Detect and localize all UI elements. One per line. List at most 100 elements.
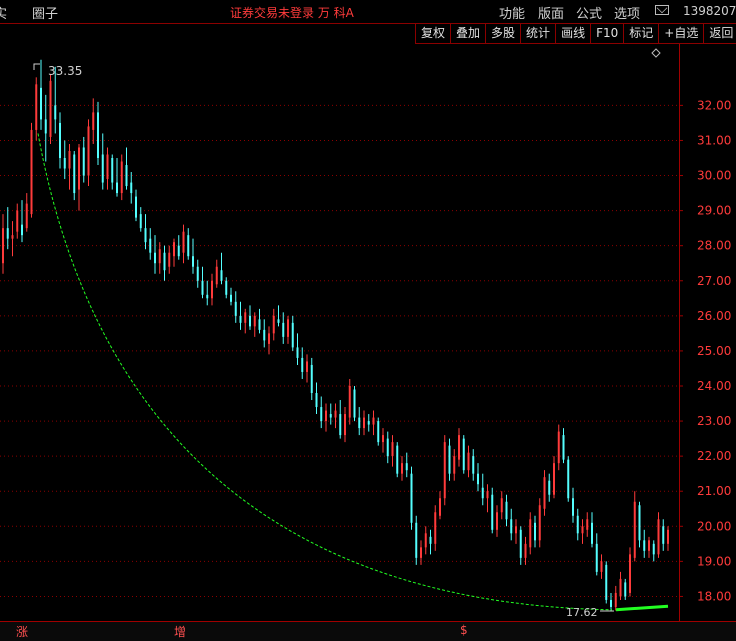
candle (287, 315, 289, 344)
tab-dollar[interactable]: $ (460, 623, 468, 637)
statistics-button[interactable]: 统计 (520, 24, 556, 44)
candle-body (391, 442, 394, 457)
y-tick-label: 25.00 (697, 344, 731, 358)
candle (667, 526, 669, 551)
candle-body (581, 526, 584, 534)
tab-increase[interactable]: 增 (174, 623, 186, 640)
candle-body (306, 361, 308, 372)
candle (458, 428, 460, 467)
candle-body (353, 389, 356, 418)
candle (491, 487, 494, 534)
candle (429, 529, 432, 555)
candle (633, 491, 636, 562)
candle-body (249, 315, 251, 327)
candle-body (557, 431, 560, 464)
candle-body (434, 512, 437, 544)
price-axis-labels: 18.00 19.00 20.00 21.00 22.00 23.00 24.00 25.00… (697, 98, 731, 603)
candle (301, 347, 304, 379)
candle (158, 242, 161, 274)
candle-body (486, 491, 489, 499)
candle (448, 438, 451, 481)
add-watchlist-button[interactable]: +自选 (658, 24, 704, 44)
candle-body (244, 312, 247, 323)
multi-stock-button[interactable]: 多股 (485, 24, 521, 44)
candle-body (206, 294, 209, 299)
y-tick-label: 29.00 (697, 204, 731, 218)
menu-formula[interactable]: 公式 (576, 3, 602, 22)
circle-link[interactable]: 圈子 (32, 3, 58, 22)
candle (16, 203, 19, 239)
y-tick-label: 28.00 (697, 239, 731, 253)
mark-button[interactable]: 标记 (623, 24, 659, 44)
candle (182, 224, 185, 264)
candle (363, 410, 365, 436)
tab-rise[interactable]: 涨 (16, 623, 28, 640)
diamond-icon[interactable] (651, 48, 661, 58)
candle-body (624, 582, 627, 597)
candle (553, 456, 555, 499)
candle-body (310, 364, 313, 394)
candle (177, 235, 180, 260)
candle (657, 512, 660, 558)
candle-body (543, 477, 546, 509)
candle-body (173, 242, 175, 257)
low-marker: 17.62 (566, 606, 614, 619)
draw-line-button[interactable]: 画线 (555, 24, 591, 44)
candle (348, 378, 351, 425)
envelope-icon[interactable] (655, 5, 669, 15)
candle-body (149, 238, 152, 253)
candle (59, 112, 61, 169)
menu-function[interactable]: 功能 (499, 3, 525, 22)
f10-button[interactable]: F10 (590, 24, 624, 44)
candle (610, 592, 612, 611)
candle (439, 491, 441, 520)
menu-options[interactable]: 选项 (614, 3, 640, 22)
y-tick-label: 18.00 (697, 589, 731, 603)
candle-body (429, 536, 432, 544)
candle (519, 526, 522, 565)
restore-rights-button[interactable]: 复权 (415, 24, 451, 44)
high-marker-arrow (33, 63, 40, 70)
candle-body (605, 564, 608, 600)
candle (268, 326, 270, 355)
candle (144, 214, 147, 250)
candles (2, 59, 669, 611)
candle (543, 470, 546, 516)
back-button[interactable]: 返回 (703, 24, 736, 44)
candle-body (515, 526, 517, 534)
candle-body (40, 87, 42, 120)
candle-body (163, 252, 166, 271)
candle (372, 410, 375, 436)
candle (524, 536, 527, 565)
candle (396, 442, 399, 478)
candle (377, 417, 380, 446)
candle (63, 140, 66, 180)
candle (486, 484, 489, 513)
y-tick-label: 27.00 (697, 274, 731, 288)
y-tick-label: 19.00 (697, 554, 731, 568)
candle (481, 473, 484, 506)
candle (106, 147, 109, 190)
candle-body (239, 315, 242, 323)
candle (320, 396, 323, 429)
candle (30, 122, 33, 218)
candle (306, 354, 308, 383)
candle-body (211, 280, 213, 299)
candle-body (258, 319, 261, 330)
candle-body (135, 196, 137, 218)
candle (358, 407, 361, 436)
overlay-button[interactable]: 叠加 (450, 24, 486, 44)
candle-body (439, 498, 441, 516)
candle (534, 515, 536, 548)
candle-body (396, 445, 399, 474)
candle-body (320, 407, 323, 422)
candle (40, 59, 42, 130)
candle (595, 533, 598, 576)
candle (163, 245, 166, 281)
candlestick-chart[interactable]: 18.00 19.00 20.00 21.00 22.00 23.00 24.00 25.00… (0, 44, 736, 621)
candle (329, 403, 332, 425)
candle (629, 547, 631, 597)
login-status-title: 证券交易未登录 万 科A (230, 6, 354, 20)
candle (272, 308, 275, 341)
menu-layout[interactable]: 版面 (538, 3, 564, 22)
